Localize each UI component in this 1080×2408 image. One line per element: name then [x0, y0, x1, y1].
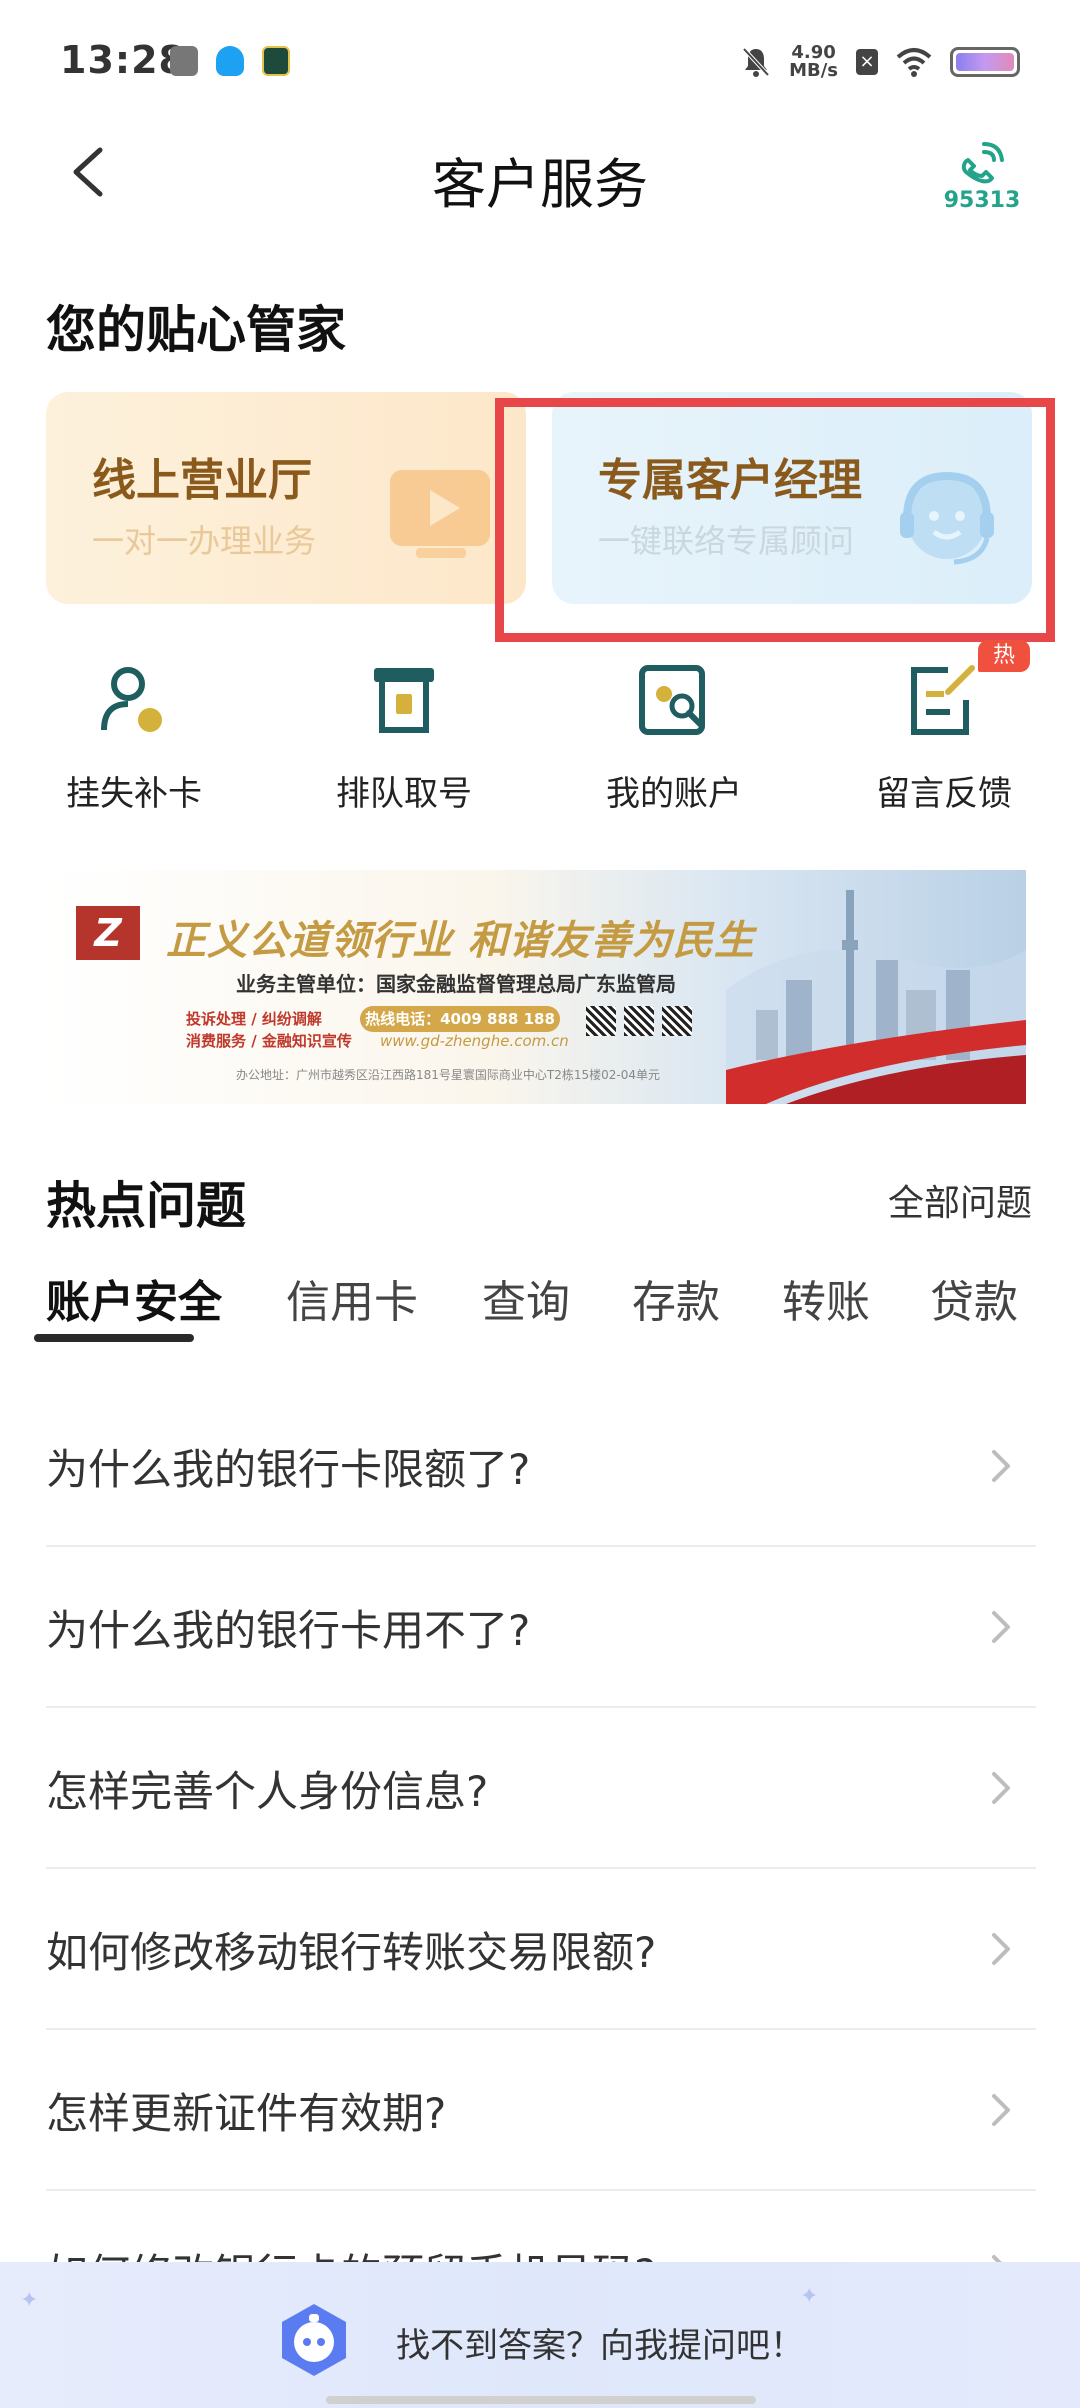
banner-address: 办公地址：广州市越秀区沿江西路181号星寰国际商业中心T2栋15楼02-04单元	[236, 1068, 661, 1082]
banner-service-line: 投诉处理 / 纠纷调解	[186, 1010, 322, 1028]
net-speed-unit: MB/s	[789, 60, 838, 81]
highlight-annotation-box	[495, 398, 1055, 642]
chevron-right-icon	[992, 1772, 1010, 1804]
app-notification-icon	[170, 46, 198, 76]
chevron-right-icon	[992, 1450, 1010, 1482]
tab-account-security[interactable]: 账户安全	[46, 1266, 222, 1330]
question-item[interactable]: 怎样更新证件有效期?	[46, 2030, 1036, 2191]
chevron-right-icon	[992, 2094, 1010, 2126]
question-text: 怎样完善个人身份信息?	[46, 1767, 489, 1816]
quick-entry-report-loss[interactable]: 挂失补卡	[34, 660, 234, 815]
quick-entry-my-account[interactable]: 我的账户	[574, 660, 774, 815]
issue-category-tabs: 账户安全 信用卡 查询 存款 转账 贷款	[46, 1266, 1036, 1346]
notification-icons	[170, 46, 290, 76]
sparkle-icon: ✦	[20, 2288, 39, 2313]
quick-entry-label: 我的账户	[606, 774, 742, 814]
sparkle-icon: ✦	[800, 2284, 819, 2309]
question-item[interactable]: 为什么我的银行卡用不了?	[46, 1547, 1036, 1708]
queue-ticket-icon	[374, 668, 434, 733]
battery-icon	[950, 47, 1020, 77]
banner-website: www.gd-zhenghe.com.cn	[380, 1032, 569, 1050]
user-lock-icon	[101, 667, 162, 732]
qr-code-icon	[586, 1006, 616, 1036]
ask-assistant-bar[interactable]: ✦ ✦ 找不到答案？向我提问吧！	[0, 2262, 1080, 2408]
online-hall-card[interactable]: 线上营业厅 一对一办理业务	[46, 392, 526, 604]
question-item[interactable]: 如何修改移动银行转账交易限额?	[46, 1869, 1036, 2030]
net-speed: 4.90 MB/s	[789, 44, 838, 80]
chevron-right-icon	[992, 1611, 1010, 1643]
quick-entry-feedback[interactable]: 留言反馈	[844, 660, 1044, 815]
online-hall-subtitle: 一对一办理业务	[92, 522, 317, 560]
qr-code-icon	[662, 1006, 692, 1036]
question-list: 为什么我的银行卡限额了? 为什么我的银行卡用不了? 怎样完善个人身份信息? 如何…	[46, 1386, 1036, 2352]
banner-services: 投诉处理 / 纠纷调解 消费服务 / 金融知识宣传	[186, 1008, 352, 1052]
no-sim-icon: ×	[856, 49, 878, 75]
question-text: 为什么我的银行卡用不了?	[46, 1606, 531, 1655]
tab-loan[interactable]: 贷款	[930, 1266, 1018, 1330]
banner-hotline: 热线电话：4009 888 188	[360, 1006, 560, 1032]
question-item[interactable]: 为什么我的银行卡限额了?	[46, 1386, 1036, 1547]
status-bar: 13:28 4.90 MB/s ×	[0, 0, 1080, 120]
ask-assistant-text: 找不到答案？向我提问吧！	[396, 2326, 804, 2366]
tab-deposit[interactable]: 存款	[632, 1266, 720, 1330]
tab-credit-card[interactable]: 信用卡	[286, 1266, 418, 1330]
phone-icon	[961, 142, 1004, 184]
top-navigation: 客户服务 95313	[0, 120, 1080, 230]
online-hall-title: 线上营业厅	[92, 455, 312, 506]
promo-banner[interactable]: Z 正义公道领行业 和谐友善为民生 业务主管单位：国家金融监督管理总局广东监管局…	[46, 870, 1026, 1104]
page-title: 客户服务	[432, 153, 648, 216]
hot-badge: 热	[978, 640, 1030, 672]
banner-slogan: 正义公道领行业 和谐友善为民生	[166, 918, 755, 964]
butler-section-title: 您的贴心管家	[46, 301, 346, 359]
qq-icon	[216, 46, 244, 76]
account-search-icon	[639, 665, 705, 735]
hotline-number: 95313	[943, 188, 1021, 213]
system-icons: 4.90 MB/s ×	[741, 44, 1020, 80]
question-item[interactable]: 怎样完善个人身份信息?	[46, 1708, 1036, 1869]
chevron-right-icon	[992, 1933, 1010, 1965]
quick-entry-label: 挂失补卡	[66, 774, 202, 814]
city-skyline-illustration	[726, 890, 1026, 1104]
question-text: 怎样更新证件有效期?	[46, 2089, 447, 2138]
banner-authority: 业务主管单位：国家金融监督管理总局广东监管局	[236, 972, 676, 996]
qr-code-icon	[624, 1006, 654, 1036]
feedback-edit-icon	[911, 665, 975, 735]
all-issues-link[interactable]: 全部问题	[888, 1174, 1032, 1226]
quick-entry-queue[interactable]: 排队取号	[304, 660, 504, 815]
wifi-icon	[896, 48, 932, 77]
banner-service-line: 消费服务 / 金融知识宣传	[186, 1032, 352, 1050]
gesture-handle	[326, 2396, 756, 2404]
mute-bell-icon	[742, 47, 770, 77]
question-text: 如何修改移动银行转账交易限额?	[46, 1928, 657, 1977]
tab-query[interactable]: 查询	[482, 1266, 570, 1330]
active-tab-indicator	[34, 1334, 194, 1342]
hot-issues-title: 热点问题	[46, 1177, 246, 1235]
quick-entry-label: 留言反馈	[876, 774, 1012, 814]
status-time: 13:28	[60, 38, 186, 82]
bank-app-icon	[262, 46, 290, 76]
quick-entry-label: 排队取号	[336, 774, 472, 814]
video-play-icon	[390, 470, 490, 558]
robot-assistant-icon	[282, 2304, 346, 2376]
question-text: 为什么我的银行卡限额了?	[46, 1445, 531, 1494]
hotline-button[interactable]: 95313	[942, 138, 1022, 218]
tab-transfer[interactable]: 转账	[782, 1266, 870, 1330]
mediation-center-logo: Z	[76, 906, 140, 960]
